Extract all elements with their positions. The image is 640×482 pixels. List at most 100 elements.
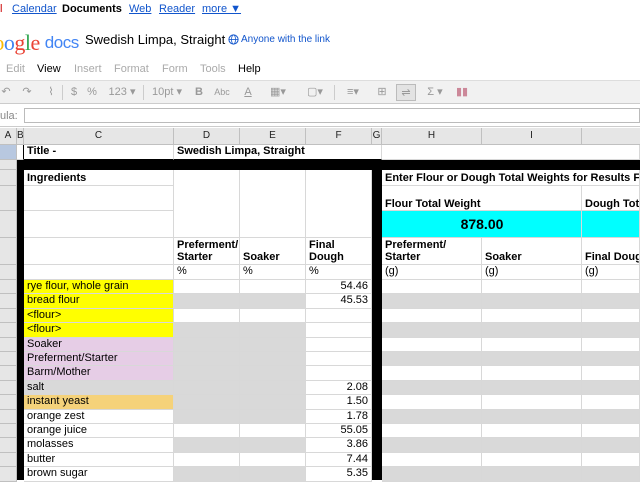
row-header[interactable] [0,438,17,453]
row-header[interactable] [0,308,17,324]
ingredient-name-cell[interactable]: salt [24,380,174,396]
preferment-g-cell[interactable] [382,438,482,453]
soaker-pct-cell[interactable] [240,280,306,295]
preferment-g-cell[interactable] [382,352,482,367]
final-g-cell[interactable] [582,323,640,338]
soaker-pct-cell[interactable] [240,352,306,367]
final-g-cell[interactable] [582,467,640,482]
row-header[interactable] [0,238,17,265]
preferment-pct-cell[interactable] [174,294,240,309]
ingredients-header[interactable]: Ingredients [24,170,174,186]
preferment-g-cell[interactable] [382,409,482,424]
final-g-cell[interactable] [582,438,640,453]
unit-cell[interactable]: (g) [582,265,640,280]
unit-cell[interactable]: % [174,265,240,280]
soaker-g-cell[interactable] [482,323,582,338]
nav-calendar[interactable]: Calendar [12,3,57,15]
flour-total-label[interactable]: Flour Total Weight [382,186,582,211]
row-header[interactable] [0,294,17,309]
preferment-pct-cell[interactable] [174,438,240,453]
col-header-F[interactable]: F [306,128,372,145]
preferment-pct-cell[interactable] [174,452,240,468]
soaker-pct-cell[interactable] [240,395,306,410]
google-docs-logo[interactable]: Googledocs [0,30,79,56]
ingredient-name-cell[interactable]: orange zest [24,409,174,424]
nav-reader[interactable]: Reader [159,3,195,15]
row-header[interactable] [0,323,17,338]
col-header-I[interactable]: I [482,128,582,145]
soaker-g-cell[interactable] [482,337,582,352]
final-g-cell[interactable] [582,280,640,295]
row-header[interactable] [0,467,17,482]
ingredient-name-cell[interactable]: instant yeast [24,395,174,410]
final-pct-cell[interactable]: 1.78 [306,409,372,424]
title-label-cell[interactable]: Title - [24,145,174,160]
menu-edit[interactable]: Edit [6,63,25,75]
soaker-g-cell[interactable] [482,438,582,453]
redo-icon[interactable]: ↷ [20,84,34,101]
row-header[interactable] [0,337,17,352]
preferment-pct-cell[interactable] [174,424,240,439]
preferment-pct-cell[interactable] [174,280,240,295]
preferment-g-cell[interactable] [382,308,482,324]
preferment-pct-cell[interactable] [174,308,240,324]
ingredient-name-cell[interactable]: <flour> [24,308,174,324]
final-pct-cell[interactable] [306,323,372,338]
final-pct-cell[interactable]: 54.46 [306,280,372,295]
final-pct-cell[interactable] [306,352,372,367]
ingredient-name-cell[interactable]: bread flour [24,294,174,309]
ingredient-name-cell[interactable]: rye flour, whole grain [24,280,174,295]
row-header[interactable] [0,170,17,186]
final-g-cell[interactable] [582,294,640,309]
row-header[interactable] [0,352,17,367]
final-pct-cell[interactable] [306,337,372,352]
row-header[interactable] [0,395,17,410]
fill-color-icon[interactable]: ▦▾ [268,84,288,101]
preferment-pct-cell[interactable] [174,409,240,424]
formula-input[interactable] [24,108,640,123]
preferment-pct-cell[interactable] [174,366,240,381]
soaker-g-cell[interactable] [482,409,582,424]
unit-cell[interactable]: % [240,265,306,280]
menu-help[interactable]: Help [238,63,261,75]
preferment-col-header[interactable]: Preferment/Starter [174,238,240,265]
final-pct-cell[interactable]: 5.35 [306,467,372,482]
final-g-cell[interactable] [582,380,640,396]
bold-button[interactable]: B [193,84,205,101]
final-pct-cell[interactable] [306,366,372,381]
row-header[interactable] [0,380,17,396]
text-color-button[interactable]: A [238,84,258,101]
ingredient-name-cell[interactable]: brown sugar [24,467,174,482]
soaker-g-cell[interactable] [482,380,582,396]
final-pct-cell[interactable]: 3.86 [306,438,372,453]
preferment-pct-cell[interactable] [174,380,240,396]
soaker-g-cell[interactable] [482,452,582,468]
final-g-cell[interactable] [582,352,640,367]
preferment-g-cell[interactable] [382,323,482,338]
final-g-cell[interactable] [582,337,640,352]
strikethrough-button[interactable]: Abc [213,84,231,101]
soaker-pct-cell[interactable] [240,308,306,324]
preferment-pct-cell[interactable] [174,467,240,482]
col-header-H[interactable]: H [382,128,482,145]
row-header[interactable] [0,452,17,468]
final-pct-cell[interactable]: 55.05 [306,424,372,439]
ingredient-name-cell[interactable]: Preferment/Starter [24,352,174,367]
soaker-g-col-header[interactable]: Soaker [482,238,582,265]
preferment-pct-cell[interactable] [174,395,240,410]
soaker-pct-cell[interactable] [240,424,306,439]
enter-weights-prompt[interactable]: Enter Flour or Dough Total Weights for R… [382,170,640,186]
final-pct-cell[interactable]: 1.50 [306,395,372,410]
unit-cell[interactable]: (g) [482,265,582,280]
soaker-pct-cell[interactable] [240,323,306,338]
final-dough-col-header[interactable]: Final Dough [306,238,372,265]
chart-icon[interactable]: ▮▮ [453,84,471,101]
final-g-cell[interactable] [582,424,640,439]
nav-partial-link[interactable]: l [0,3,2,15]
row-header[interactable] [0,409,17,424]
preferment-g-cell[interactable] [382,337,482,352]
title-value-cell[interactable]: Swedish Limpa, Straight [174,145,382,160]
borders-icon[interactable]: ▢▾ [303,84,327,101]
col-header-B[interactable]: B [17,128,24,145]
soaker-g-cell[interactable] [482,294,582,309]
